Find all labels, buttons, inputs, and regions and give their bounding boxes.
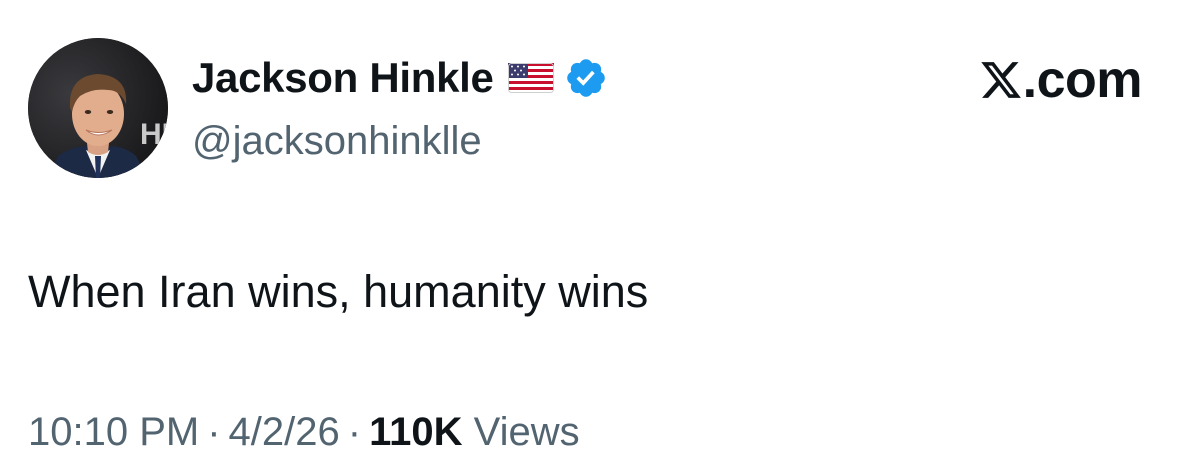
- views-label: Views: [473, 410, 580, 454]
- views-count[interactable]: 110K: [369, 410, 462, 454]
- display-name[interactable]: Jackson Hinkle: [192, 52, 494, 104]
- meta-separator: ·: [347, 410, 362, 454]
- name-row: Jackson Hinkle: [192, 52, 608, 104]
- tweet-time[interactable]: 10:10 PM: [28, 410, 199, 454]
- tweet-text: When Iran wins, humanity wins: [28, 266, 649, 317]
- us-flag-icon: [507, 63, 554, 93]
- tweet-card: HB Jackson Hinkle: [0, 0, 1200, 474]
- brand-text: .com: [1022, 51, 1143, 109]
- avatar[interactable]: HB: [28, 38, 168, 178]
- avatar-backdrop-text: HB: [140, 118, 168, 151]
- x-logo-icon: [979, 58, 1023, 102]
- verified-badge-icon[interactable]: [564, 56, 608, 100]
- meta-separator: ·: [207, 410, 221, 454]
- avatar-photo: HB: [28, 38, 168, 178]
- tweet-date[interactable]: 4/2/26: [229, 410, 340, 454]
- brand-watermark: .com: [979, 50, 1143, 110]
- tweet-meta: 10:10 PM · 4/2/26 · 110K Views: [28, 404, 580, 460]
- user-handle[interactable]: @jacksonhinkllе: [192, 116, 482, 166]
